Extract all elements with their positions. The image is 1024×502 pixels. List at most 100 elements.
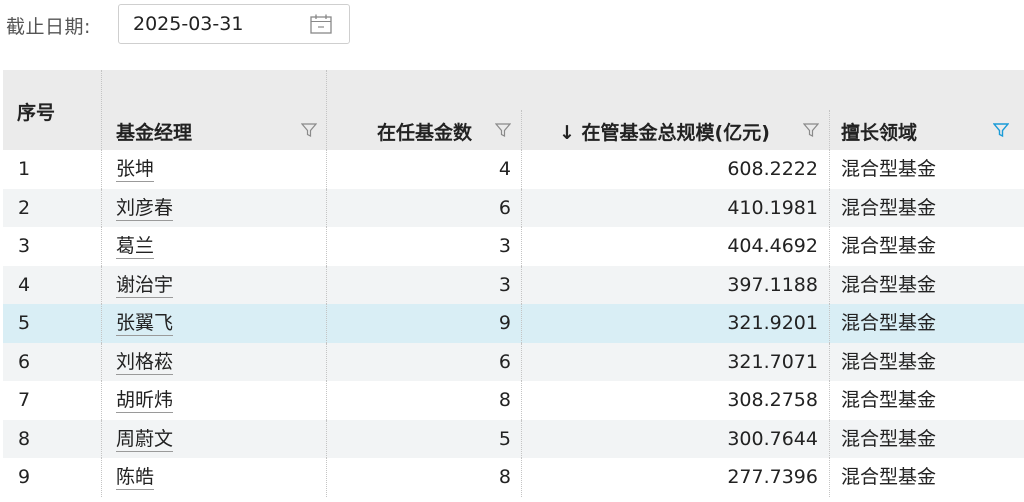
column-divider (521, 227, 522, 266)
manager-name-link[interactable]: 刘格菘 (116, 343, 174, 382)
table-row[interactable]: 4 谢治宇 3 397.1188 混合型基金 (3, 265, 1024, 305)
column-divider (829, 265, 830, 304)
header-divider (326, 70, 327, 150)
column-divider (829, 381, 830, 420)
column-divider (326, 419, 327, 458)
column-divider (101, 227, 102, 266)
table-row[interactable]: 3 葛兰 3 404.4692 混合型基金 (3, 227, 1024, 266)
aum-value: 404.4692 (727, 235, 818, 257)
header-divider (521, 110, 522, 150)
column-divider (521, 265, 522, 304)
column-divider (829, 304, 830, 343)
specialty: 混合型基金 (841, 312, 937, 334)
filter-icon-aum[interactable] (803, 122, 819, 138)
column-divider (101, 419, 102, 458)
column-divider (326, 188, 327, 227)
column-divider (101, 304, 102, 343)
manager-name-link[interactable]: 谢治宇 (116, 266, 174, 305)
date-filter-bar: 截止日期: 2025-03-31 (0, 0, 1024, 50)
aum-value: 308.2758 (727, 389, 818, 411)
row-index: 8 (18, 427, 31, 450)
manager-name-link[interactable]: 葛兰 (116, 227, 155, 266)
specialty: 混合型基金 (841, 196, 937, 219)
manager-name[interactable]: 葛兰 (116, 235, 155, 259)
manager-name[interactable]: 刘彦春 (116, 196, 174, 221)
column-divider (521, 458, 522, 497)
header-index[interactable]: 序号 (17, 98, 55, 125)
manager-name[interactable]: 谢治宇 (116, 273, 174, 298)
column-divider (521, 188, 522, 227)
row-index: 7 (18, 389, 31, 411)
column-divider (829, 458, 830, 497)
column-divider (101, 265, 102, 304)
fund-count: 3 (498, 235, 511, 257)
manager-name-link[interactable]: 胡昕炜 (116, 381, 174, 420)
column-divider (326, 304, 327, 343)
specialty: 混合型基金 (841, 235, 937, 257)
fund-count: 5 (498, 427, 511, 450)
table-header: 序号 基金经理 在任基金数 ↓ 在管基金总规模(亿元) 擅长领域 (3, 70, 1024, 150)
table-row[interactable]: 6 刘格菘 6 321.7071 混合型基金 (3, 342, 1024, 382)
aum-value: 321.7071 (727, 350, 818, 373)
specialty: 混合型基金 (841, 389, 937, 411)
column-divider (101, 342, 102, 381)
aum-value: 321.9201 (727, 312, 818, 334)
manager-name-link[interactable]: 周蔚文 (116, 420, 174, 459)
manager-name-link[interactable]: 陈皓 (116, 458, 155, 497)
column-divider (829, 150, 830, 189)
column-divider (521, 150, 522, 189)
manager-name-link[interactable]: 张坤 (116, 150, 155, 189)
column-divider (101, 458, 102, 497)
manager-name[interactable]: 张坤 (116, 158, 155, 182)
aum-value: 397.1188 (727, 273, 818, 296)
cutoff-date-picker[interactable]: 2025-03-31 (118, 4, 350, 44)
header-divider (101, 70, 102, 150)
column-divider (101, 188, 102, 227)
header-manager[interactable]: 基金经理 (116, 118, 192, 145)
fund-count: 4 (498, 158, 511, 180)
table-row[interactable]: 8 周蔚文 5 300.7644 混合型基金 (3, 419, 1024, 459)
column-divider (326, 150, 327, 189)
manager-name[interactable]: 周蔚文 (116, 427, 174, 452)
column-divider (101, 150, 102, 189)
specialty: 混合型基金 (841, 273, 937, 296)
fund-count: 3 (498, 273, 511, 296)
fund-count: 6 (498, 196, 511, 219)
table-row[interactable]: 5 张翼飞 9 321.9201 混合型基金 (3, 304, 1024, 343)
manager-name[interactable]: 张翼飞 (116, 312, 174, 336)
row-index: 3 (18, 235, 31, 257)
aum-value: 277.7396 (727, 466, 818, 488)
row-index: 5 (18, 312, 31, 334)
header-aum-sorted[interactable]: ↓ 在管基金总规模(亿元) (559, 118, 770, 145)
table-row[interactable]: 2 刘彦春 6 410.1981 混合型基金 (3, 188, 1024, 228)
column-divider (326, 342, 327, 381)
table-row[interactable]: 1 张坤 4 608.2222 混合型基金 (3, 150, 1024, 189)
calendar-icon[interactable] (309, 13, 333, 35)
header-fund-count[interactable]: 在任基金数 (377, 118, 472, 145)
fund-count: 6 (498, 350, 511, 373)
column-divider (326, 381, 327, 420)
manager-name-link[interactable]: 刘彦春 (116, 189, 174, 228)
column-divider (829, 188, 830, 227)
filter-icon-fund-count[interactable] (495, 122, 511, 138)
fund-count: 8 (498, 466, 511, 488)
row-index: 1 (18, 158, 31, 180)
header-specialty[interactable]: 擅长领域 (841, 118, 917, 145)
manager-name[interactable]: 陈皓 (116, 466, 155, 490)
table-row[interactable]: 7 胡昕炜 8 308.2758 混合型基金 (3, 381, 1024, 420)
manager-name[interactable]: 刘格菘 (116, 350, 174, 375)
filter-icon-manager[interactable] (301, 122, 317, 138)
row-index: 9 (18, 466, 31, 488)
column-divider (326, 458, 327, 497)
column-divider (521, 419, 522, 458)
table-row[interactable]: 9 陈皓 8 277.7396 混合型基金 (3, 458, 1024, 497)
specialty: 混合型基金 (841, 350, 937, 373)
column-divider (829, 419, 830, 458)
row-index: 4 (18, 273, 31, 296)
aum-value: 300.7644 (727, 427, 818, 450)
manager-name[interactable]: 胡昕炜 (116, 389, 174, 413)
aum-value: 410.1981 (727, 196, 818, 219)
column-divider (326, 227, 327, 266)
filter-icon-specialty-active[interactable] (993, 122, 1009, 138)
manager-name-link[interactable]: 张翼飞 (116, 304, 174, 343)
